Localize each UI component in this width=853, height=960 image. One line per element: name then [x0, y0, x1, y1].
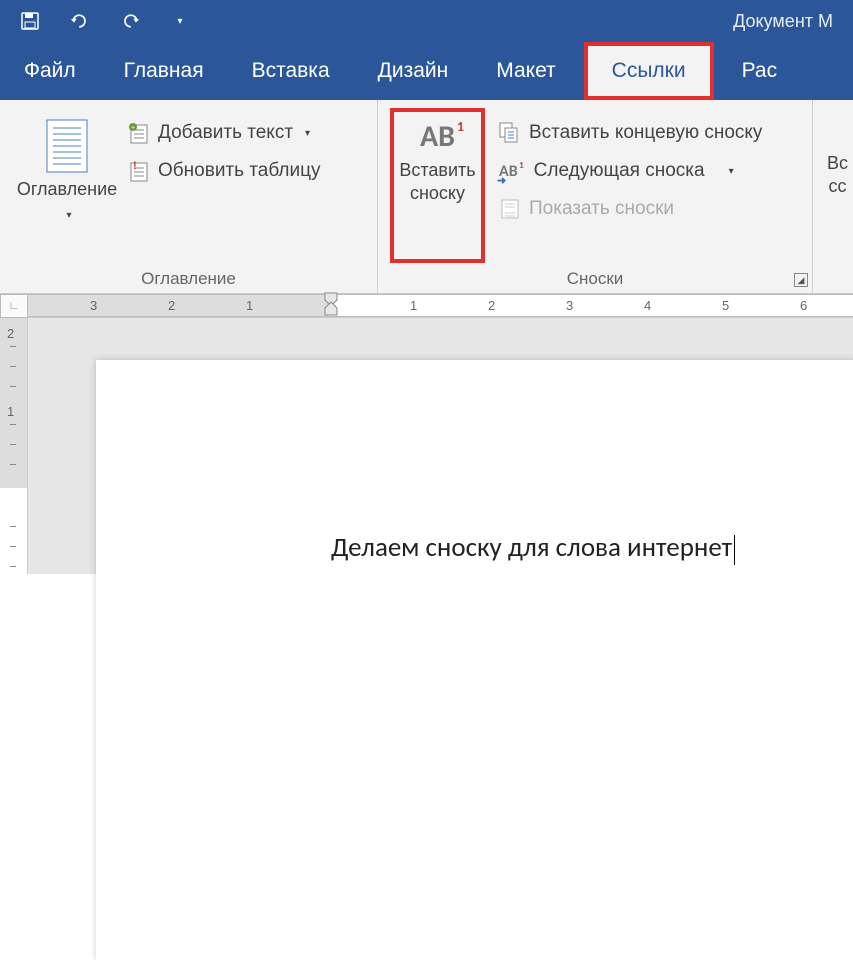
tab-file[interactable]: Файл	[0, 42, 100, 100]
svg-text:+: +	[131, 125, 135, 132]
dropdown-arrow-icon: ▾	[305, 128, 310, 139]
ruler-corner: ∟	[0, 294, 28, 318]
text-cursor	[734, 535, 735, 565]
insert-footnote-button[interactable]: AB1 Вставить сноску	[390, 108, 485, 263]
tab-insert[interactable]: Вставка	[228, 42, 354, 100]
qat-customize-icon[interactable]: ▾	[170, 11, 190, 31]
quick-access-toolbar: ▾	[20, 11, 190, 31]
save-icon[interactable]	[20, 11, 40, 31]
insert-endnote-label: Вставить концевую сноску	[529, 122, 762, 144]
group-footnotes-label: Сноски	[390, 263, 800, 293]
ribbon: Оглавление ▾ + Добавить текст ▾	[0, 100, 853, 294]
insert-citation-button[interactable]: Вс сс	[825, 108, 848, 293]
insert-footnote-label-2: сноску	[410, 183, 465, 203]
page-canvas: Делаем сноску для слова интернет	[28, 318, 853, 574]
group-toc: Оглавление ▾ + Добавить текст ▾	[0, 100, 378, 293]
group-toc-label: Оглавление	[12, 263, 365, 293]
page[interactable]: Делаем сноску для слова интернет	[96, 360, 853, 960]
insert-footnote-label-1: Вставить	[399, 160, 475, 180]
ribbon-tabs: Файл Главная Вставка Дизайн Макет Ссылки…	[0, 42, 853, 100]
show-notes-icon	[499, 198, 521, 220]
vertical-ruler[interactable]: 2 1	[0, 318, 28, 574]
tab-design[interactable]: Дизайн	[354, 42, 473, 100]
tab-references[interactable]: Ссылки	[584, 42, 714, 100]
show-notes-button[interactable]: Показать сноски	[493, 194, 768, 224]
redo-icon[interactable]	[120, 11, 140, 31]
title-bar: ▾ Документ M	[0, 0, 853, 42]
update-table-icon: !	[128, 160, 150, 182]
update-table-label: Обновить таблицу	[158, 160, 320, 182]
dropdown-arrow-icon: ▾	[66, 210, 71, 221]
indent-marker-icon[interactable]	[324, 292, 338, 316]
toc-button[interactable]: Оглавление ▾	[12, 108, 122, 263]
citations-label-2: сс	[829, 176, 847, 196]
next-footnote-label: Следующая сноска	[534, 160, 705, 182]
tab-mailings[interactable]: Рас	[718, 42, 802, 100]
document-title: Документ M	[733, 11, 833, 32]
editor-area: 2 1 Делаем сноску для слова интернет	[0, 318, 853, 574]
document-text[interactable]: Делаем сноску для слова интернет	[331, 531, 735, 565]
svg-text:!: !	[133, 160, 137, 172]
footnote-ab-icon: AB1	[420, 118, 455, 155]
next-footnote-button[interactable]: AB1 ➜ Следующая сноска ▾	[493, 156, 768, 186]
footnotes-dialog-launcher[interactable]: ◢	[794, 273, 808, 287]
ruler-row: ∟ 3 2 1 1 2 3 4 5 6	[0, 294, 853, 318]
dropdown-arrow-icon: ▾	[729, 166, 734, 177]
show-notes-label: Показать сноски	[529, 198, 674, 220]
tab-home[interactable]: Главная	[100, 42, 228, 100]
add-text-label: Добавить текст	[158, 122, 293, 144]
endnote-icon	[499, 122, 521, 144]
citations-label-1: Вс	[827, 153, 848, 173]
add-text-button[interactable]: + Добавить текст ▾	[122, 118, 326, 148]
next-footnote-icon: AB1 ➜	[499, 162, 518, 181]
add-text-icon: +	[128, 122, 150, 144]
insert-endnote-button[interactable]: Вставить концевую сноску	[493, 118, 768, 148]
horizontal-ruler[interactable]: 3 2 1 1 2 3 4 5 6	[28, 294, 853, 317]
toc-icon	[43, 118, 91, 174]
toc-label: Оглавление	[17, 179, 117, 199]
group-citations: Вс сс	[813, 100, 853, 293]
group-footnotes: AB1 Вставить сноску Вставить концевую сн…	[378, 100, 813, 293]
update-table-button[interactable]: ! Обновить таблицу	[122, 156, 326, 186]
undo-icon[interactable]	[70, 11, 90, 31]
tab-layout[interactable]: Макет	[472, 42, 579, 100]
